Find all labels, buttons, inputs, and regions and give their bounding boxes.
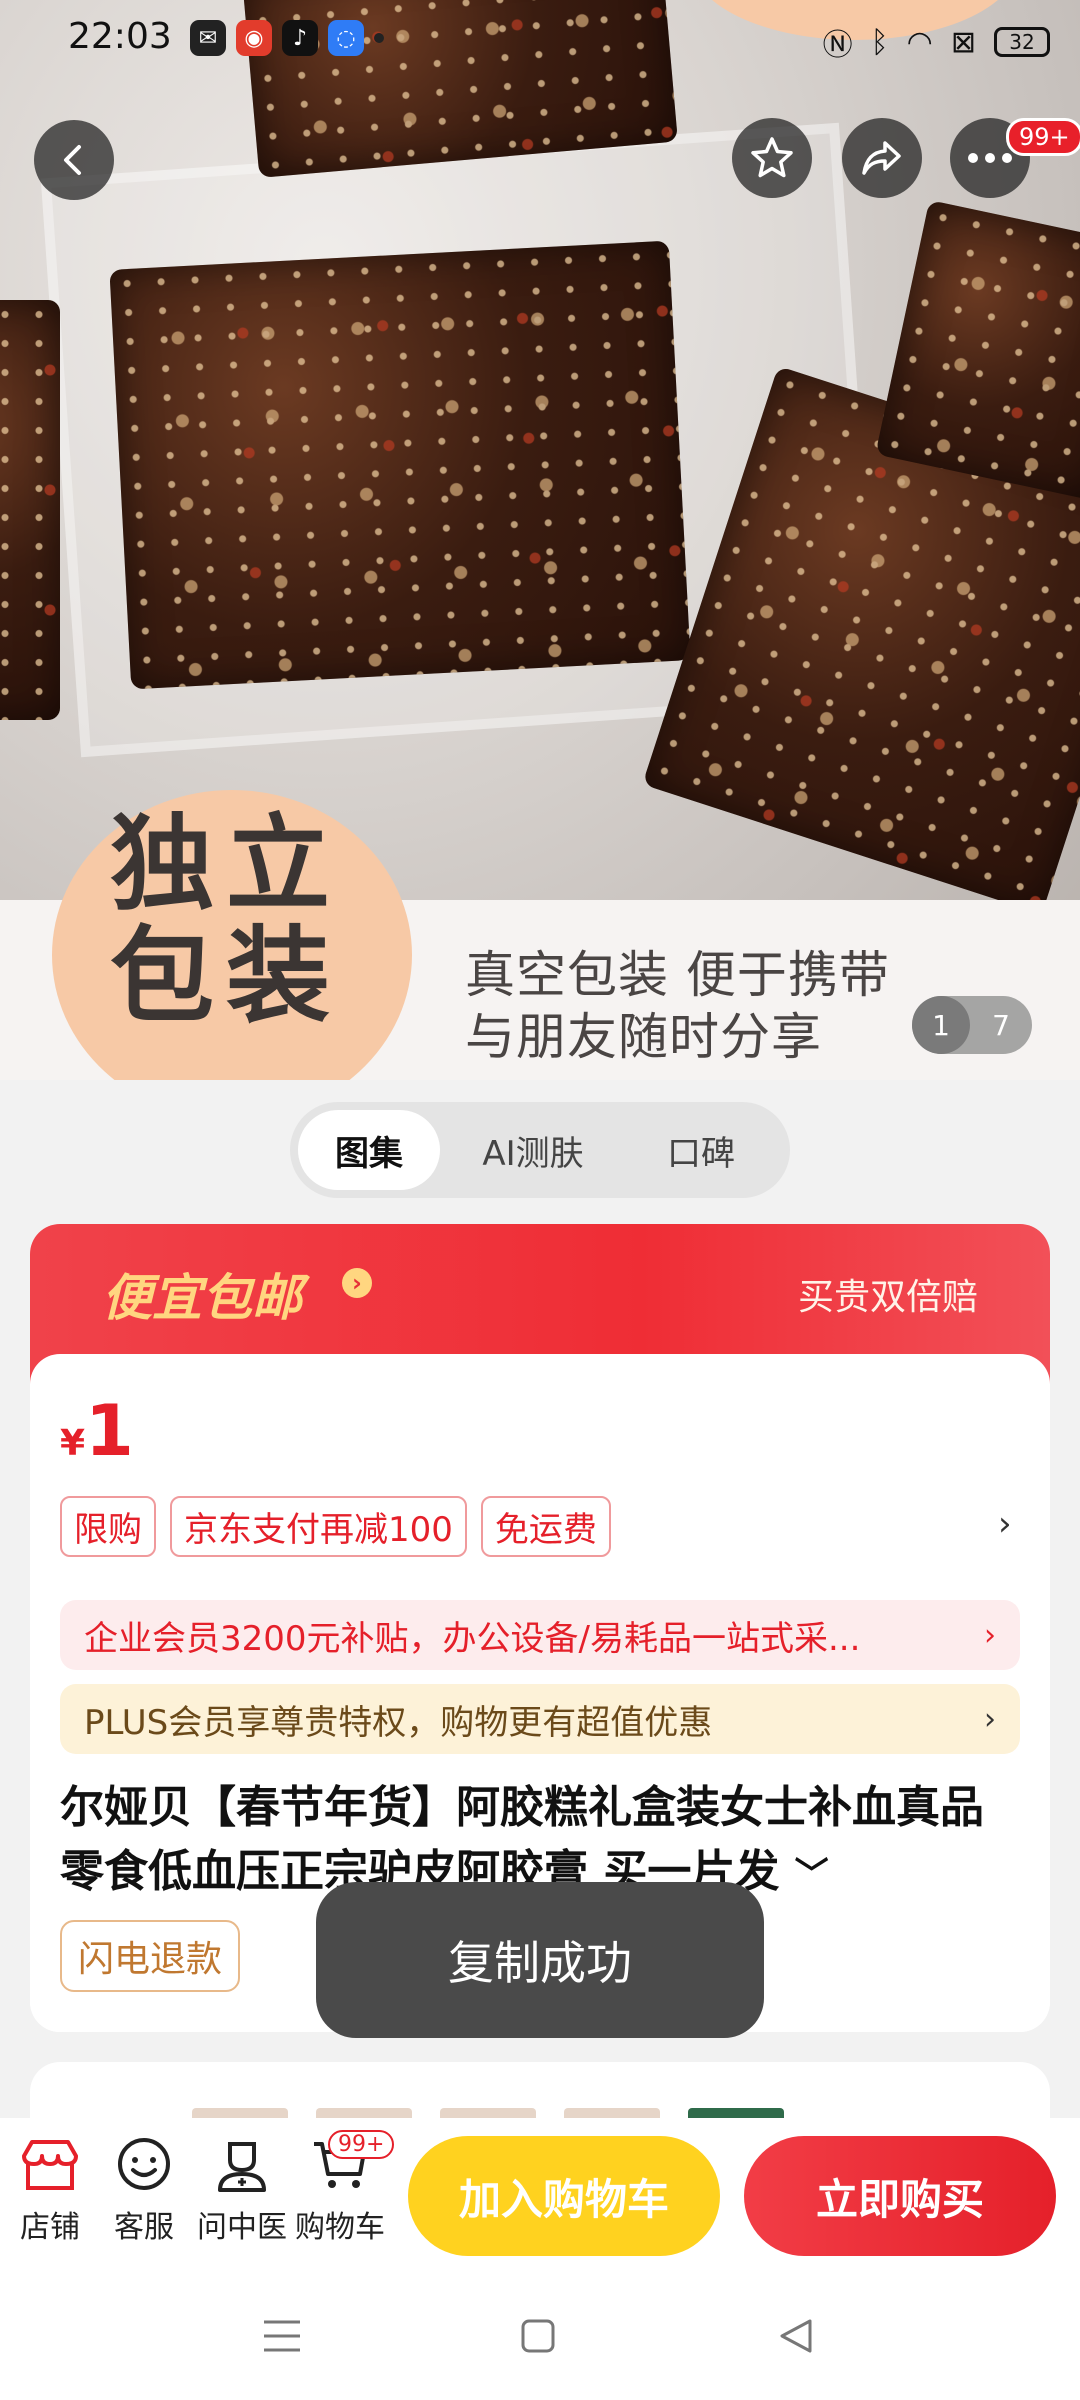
tag-free-shipping: 免运费 xyxy=(480,1496,611,1557)
nav-service-label: 客服 xyxy=(114,2210,174,2245)
nav-cart-label: 购物车 xyxy=(295,2210,385,2245)
next-section-card xyxy=(30,2062,1050,2122)
nav-doctor-label: 问中医 xyxy=(197,2210,287,2245)
nav-store-label: 店铺 xyxy=(20,2210,80,2245)
currency-symbol: ¥ xyxy=(60,1423,86,1464)
enterprise-strip[interactable]: 企业会员3200元补贴，办公设备/易耗品一站式采... › xyxy=(60,1600,1020,1670)
bluetooth-icon: ᛒ xyxy=(870,24,889,60)
sim-icon: ⊠ xyxy=(950,24,976,60)
enterprise-chevron-icon: › xyxy=(984,1617,996,1653)
more-notifications-dot xyxy=(374,33,384,43)
page-total: 7 xyxy=(992,1008,1010,1042)
promo-arrow-icon: › xyxy=(342,1268,372,1298)
favorite-button[interactable] xyxy=(732,118,812,198)
promo-tags[interactable]: 限购 京东支付再减100 免运费 xyxy=(60,1496,611,1557)
battery-level: 32 xyxy=(1009,30,1035,54)
image-caption: 真空包装 便于携带 与朋友随时分享 xyxy=(465,944,890,1068)
share-button[interactable] xyxy=(842,118,922,198)
add-to-cart-button[interactable]: 加入购物车 xyxy=(408,2136,720,2256)
home-icon[interactable] xyxy=(520,2318,556,2354)
weibo-icon: ◉ xyxy=(236,20,272,56)
status-time: 22:03 xyxy=(68,16,172,57)
enterprise-text: 企业会员3200元补贴，办公设备/易耗品一站式采... xyxy=(84,1618,861,1659)
product-title-text: 尔娅贝【春节年货】阿胶糕礼盒装女士补血真品零食低血压正宗驴皮阿胶膏 买一片发 xyxy=(60,1782,984,1897)
badge-text: 独立包装 xyxy=(110,802,343,1037)
media-tabs: 图集 AI测肤 口碑 xyxy=(290,1102,790,1198)
page-current: 1 xyxy=(912,996,970,1054)
tag-jdpay: 京东支付再减100 xyxy=(170,1496,467,1557)
tab-gallery[interactable]: 图集 xyxy=(298,1110,440,1190)
price-guarantee: 买贵双倍赔 xyxy=(797,1277,978,1318)
status-indicators: Ⓝ ᛒ ◠ ⊠ 32 xyxy=(823,20,1050,64)
back-button[interactable] xyxy=(34,120,114,200)
nav-store[interactable]: 店铺 xyxy=(0,2136,100,2246)
flash-refund-badge: 闪电退款 xyxy=(60,1920,241,1992)
caption-line-2: 与朋友随时分享 xyxy=(465,1008,822,1066)
nav-service[interactable]: 客服 xyxy=(94,2136,194,2246)
candy-piece-main xyxy=(109,240,691,690)
tab-reviews[interactable]: 口碑 xyxy=(626,1110,776,1190)
nav-doctor[interactable]: 问中医 xyxy=(192,2136,292,2246)
battery-icon: 32 xyxy=(994,27,1050,57)
doctor-icon xyxy=(218,2142,266,2192)
candy-piece-left xyxy=(0,300,60,720)
more-badge: 99+ xyxy=(1006,118,1080,156)
more-dots-icon xyxy=(968,153,1012,163)
buy-now-button[interactable]: 立即购买 xyxy=(744,2136,1056,2256)
back-arrow-icon xyxy=(64,145,81,175)
cart-badge: 99+ xyxy=(328,2130,395,2159)
menu-icon[interactable] xyxy=(262,2318,302,2354)
share-icon xyxy=(862,141,901,175)
status-app-icons: ✉ ◉ ♪ ◌ xyxy=(190,20,384,56)
star-icon xyxy=(751,137,793,178)
nfc-icon: Ⓝ xyxy=(822,28,853,63)
price-value: 1 xyxy=(85,1390,134,1472)
plus-text: PLUS会员享尊贵特权，购物更有超值优惠 xyxy=(84,1702,713,1743)
service-icon xyxy=(118,2138,170,2190)
tag-limit: 限购 xyxy=(60,1496,156,1557)
promo-title: 便宜包邮 xyxy=(102,1269,302,1327)
tiktok-icon: ♪ xyxy=(282,20,318,56)
bottom-action-bar: 店铺 客服 问中医 购物车 99+ 加入购物车 立即购买 xyxy=(0,2118,1080,2268)
wechat-icon: ✉ xyxy=(190,20,226,56)
expand-chevron-icon[interactable]: ﹀ xyxy=(795,1855,829,1895)
page-indicator: 1 7 xyxy=(912,996,1032,1054)
candy-piece-topright xyxy=(875,199,1080,501)
caption-line-1: 真空包装 便于携带 xyxy=(465,946,890,1004)
toast-message: 复制成功 xyxy=(316,1882,764,2038)
system-navigation-bar xyxy=(0,2268,1080,2400)
tab-ai-skin[interactable]: AI测肤 xyxy=(458,1110,608,1190)
tags-chevron-icon[interactable]: › xyxy=(998,1504,1012,1544)
price: ¥1 xyxy=(60,1390,134,1472)
plus-chevron-icon: › xyxy=(984,1701,996,1737)
back-nav-icon[interactable] xyxy=(778,2318,814,2354)
status-bar: 22:03 ✉ ◉ ♪ ◌ Ⓝ ᛒ ◠ ⊠ 32 xyxy=(0,0,1080,80)
browser-icon: ◌ xyxy=(328,20,364,56)
plus-strip[interactable]: PLUS会员享尊贵特权，购物更有超值优惠 › xyxy=(60,1684,1020,1754)
store-icon xyxy=(22,2140,78,2190)
wifi-icon: ◠ xyxy=(906,24,933,60)
